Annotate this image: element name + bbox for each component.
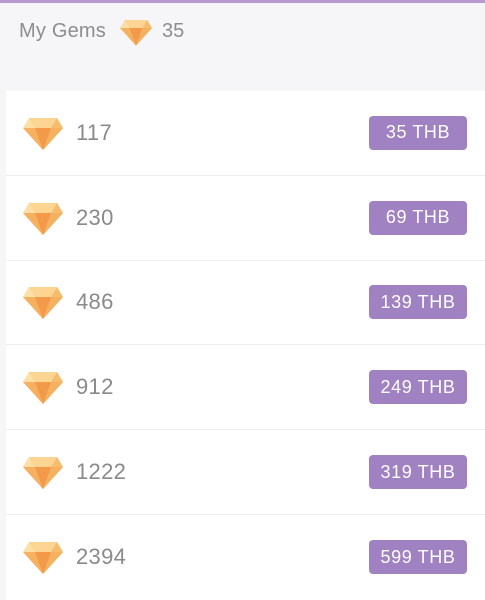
- gem-icon: [119, 18, 152, 46]
- gem-amount: 2394: [76, 544, 127, 570]
- price-button[interactable]: 249 THB: [369, 370, 467, 405]
- gem-amount: 486: [76, 289, 114, 315]
- price-button[interactable]: 139 THB: [369, 285, 467, 320]
- my-gems-label: My Gems: [19, 20, 106, 42]
- gem-icon: [23, 370, 63, 405]
- gem-amount: 912: [76, 374, 114, 400]
- price-button[interactable]: 69 THB: [369, 200, 467, 235]
- gem-icon: [23, 116, 63, 150]
- my-gems-header: My Gems 35: [0, 3, 485, 60]
- gem-amount: 230: [76, 204, 114, 230]
- gem-amount: 1222: [76, 459, 127, 485]
- gem-package-row[interactable]: 117 35 THB: [6, 91, 485, 176]
- gem-amount: 117: [76, 119, 112, 145]
- price-button[interactable]: 35 THB: [369, 115, 467, 150]
- gem-icon: [23, 540, 63, 575]
- gem-icon: [23, 455, 63, 490]
- gem-balance: 35: [161, 20, 185, 42]
- gem-icon: [23, 201, 63, 235]
- gem-package-row[interactable]: 1222 319 THB: [6, 430, 485, 515]
- gem-package-list: 117 35 THB 230 69 THB 486 139 THB 912 24…: [6, 91, 485, 600]
- gem-store-screen: My Gems 35 117 35 THB 230 69 THB 486 139…: [0, 0, 485, 600]
- gem-package-row[interactable]: 2394 599 THB: [6, 515, 485, 600]
- gem-package-row[interactable]: 486 139 THB: [6, 261, 485, 346]
- gem-icon: [23, 285, 63, 320]
- gem-package-row[interactable]: 912 249 THB: [6, 345, 485, 431]
- price-button[interactable]: 319 THB: [369, 455, 467, 490]
- price-button[interactable]: 599 THB: [369, 540, 467, 575]
- gem-package-row[interactable]: 230 69 THB: [6, 176, 485, 261]
